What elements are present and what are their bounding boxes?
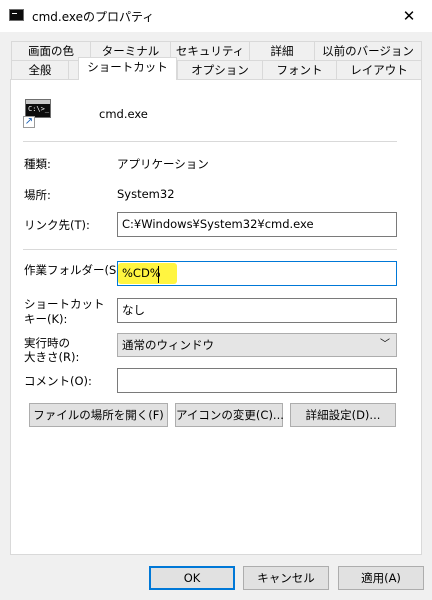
window-title: cmd.exeのプロパティ	[32, 10, 155, 24]
comment-field[interactable]	[117, 368, 397, 393]
text-caret	[158, 266, 159, 283]
separator	[23, 249, 397, 250]
hotkey-label-line2: キー(K):	[24, 312, 68, 326]
target-label: リンク先(T):	[24, 218, 90, 232]
target-field[interactable]: C:¥Windows¥System32¥cmd.exe	[117, 212, 397, 237]
tab-details[interactable]: 詳細	[249, 41, 315, 61]
type-label: 種類:	[24, 157, 51, 171]
tab-font[interactable]: フォント	[262, 60, 337, 80]
cmd-shortcut-icon: C:\>_ ↗	[23, 99, 53, 129]
tab-shortcut[interactable]: ショートカット	[78, 57, 177, 80]
tab-previous-versions[interactable]: 以前のバージョン	[314, 41, 422, 61]
ok-button[interactable]: OK	[149, 566, 235, 590]
run-label-line2: 大きさ(R):	[24, 350, 80, 364]
chevron-down-icon: ﹀	[380, 339, 390, 350]
workdir-value: %CD%	[122, 266, 161, 280]
comment-label: コメント(O):	[24, 374, 92, 388]
run-size-select[interactable]: 通常のウィンドウ ﹀	[117, 333, 397, 357]
tab-general[interactable]: 全般	[11, 60, 69, 80]
workdir-label: 作業フォルダー(S):	[24, 263, 125, 277]
separator	[23, 141, 397, 142]
change-icon-button[interactable]: アイコンの変更(C)...	[175, 403, 284, 427]
tab-security[interactable]: セキュリティ	[170, 41, 250, 61]
run-size-value: 通常のウィンドウ	[122, 338, 214, 352]
location-label: 場所:	[24, 188, 51, 202]
title-bar: cmd.exeのプロパティ ✕	[0, 0, 432, 32]
hotkey-field[interactable]: なし	[117, 298, 397, 323]
location-value: System32	[117, 187, 175, 201]
shortcut-arrow-icon: ↗	[23, 116, 35, 128]
open-file-location-button[interactable]: ファイルの場所を開く(F)	[29, 403, 168, 427]
hotkey-label-line1: ショートカット	[24, 297, 105, 311]
tab-options[interactable]: オプション	[177, 60, 263, 80]
type-value: アプリケーション	[117, 157, 209, 171]
advanced-settings-button[interactable]: 詳細設定(D)...	[290, 403, 396, 427]
cancel-button[interactable]: キャンセル	[243, 566, 329, 590]
shortcut-name: cmd.exe	[99, 107, 148, 121]
apply-button[interactable]: 適用(A)	[338, 566, 424, 590]
close-button[interactable]: ✕	[386, 0, 432, 32]
tab-layout[interactable]: レイアウト	[336, 60, 422, 80]
cmd-window-icon	[9, 9, 24, 21]
